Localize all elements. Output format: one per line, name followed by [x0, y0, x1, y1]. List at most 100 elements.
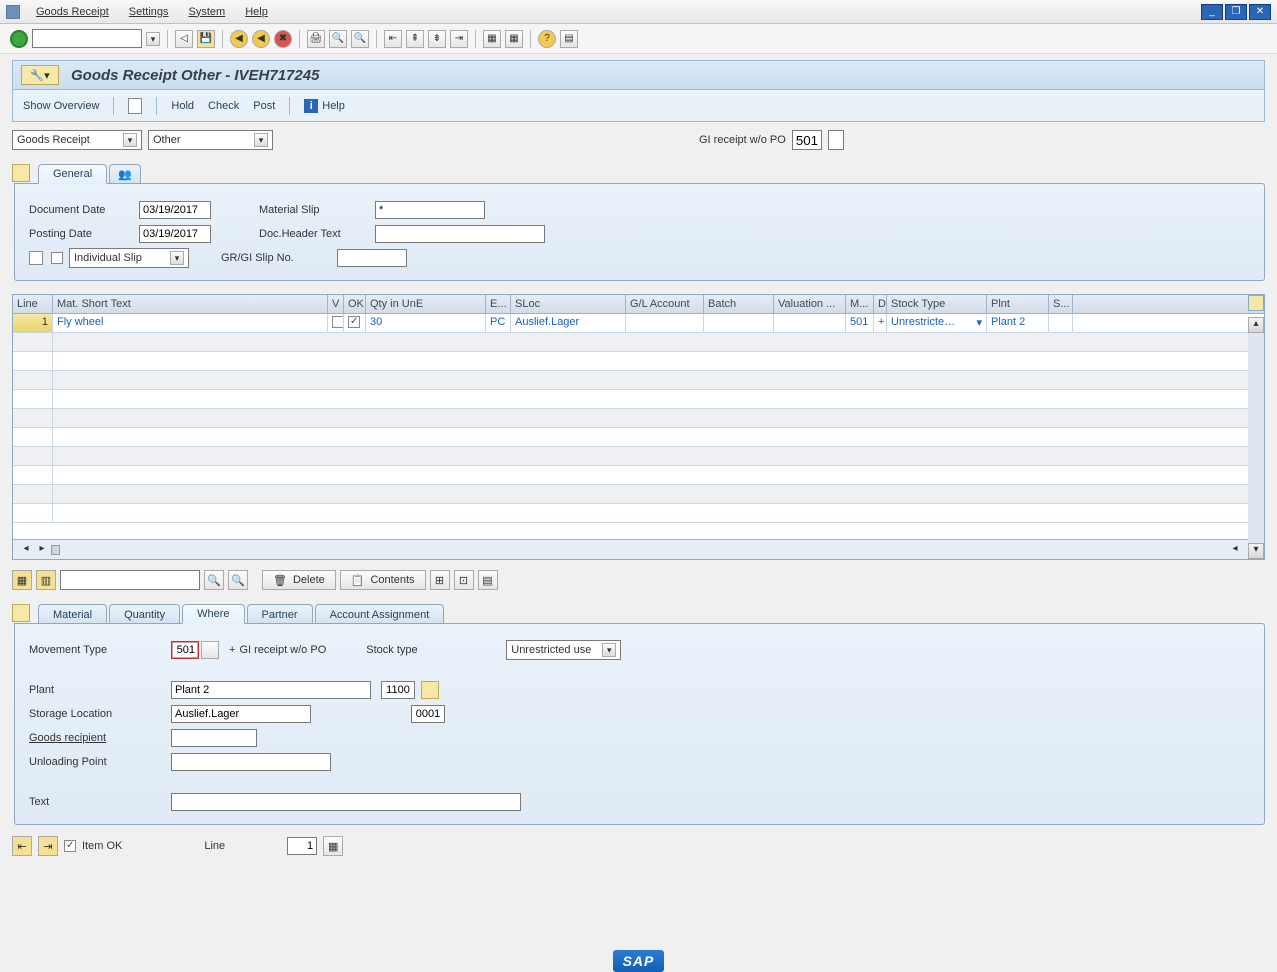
tab-where[interactable]: Where: [182, 604, 244, 624]
col-m[interactable]: M...: [846, 295, 874, 313]
material-slip-input[interactable]: [375, 201, 485, 219]
col-mat[interactable]: Mat. Short Text: [53, 295, 328, 313]
col-sloc[interactable]: SLoc: [511, 295, 626, 313]
help-icon[interactable]: ?: [538, 30, 556, 48]
command-history[interactable]: ▾: [146, 32, 160, 46]
cell-ok-checkbox[interactable]: [348, 316, 360, 328]
collapse-detail-icon[interactable]: [12, 604, 30, 622]
tab-material[interactable]: Material: [38, 604, 107, 624]
movement-type-extra[interactable]: [828, 130, 844, 150]
tab-vendor-icon[interactable]: 👥: [109, 164, 141, 184]
cell-stock[interactable]: Unrestricte… ▾: [887, 314, 987, 332]
select-all-icon[interactable]: ▦: [12, 570, 32, 590]
cell-qty[interactable]: 30: [366, 314, 486, 332]
cell-plnt[interactable]: Plant 2: [987, 314, 1049, 332]
last-page-icon[interactable]: ⇥: [450, 30, 468, 48]
stock-type-dropdown[interactable]: Unrestricted use▾: [506, 640, 621, 660]
col-eun[interactable]: E...: [486, 295, 511, 313]
grid-configure-icon[interactable]: [1248, 295, 1264, 311]
find-next-icon[interactable]: 🔍: [351, 30, 369, 48]
post-button[interactable]: Post: [253, 100, 275, 112]
deselect-all-icon[interactable]: ▥: [36, 570, 56, 590]
grid-vscroll[interactable]: ▴ ▾: [1248, 317, 1264, 559]
col-qty[interactable]: Qty in UnE: [366, 295, 486, 313]
prev-page-icon[interactable]: ⇞: [406, 30, 424, 48]
item-ok-checkbox[interactable]: [64, 840, 76, 852]
contents-button[interactable]: 📋Contents: [340, 570, 426, 590]
find-icon[interactable]: 🔍: [204, 570, 224, 590]
cell-eun[interactable]: PC: [486, 314, 511, 332]
post-date-input[interactable]: [139, 225, 211, 243]
col-v[interactable]: V: [328, 295, 344, 313]
unloading-point-input[interactable]: [171, 753, 331, 771]
cell-line[interactable]: 1: [13, 314, 53, 332]
storage-location-input[interactable]: [171, 705, 311, 723]
line-number-input[interactable]: [287, 837, 317, 855]
stop-icon[interactable]: ✖: [274, 30, 292, 48]
enter-icon[interactable]: [10, 30, 28, 48]
new-doc-icon[interactable]: [128, 98, 142, 114]
item-text-input[interactable]: [171, 793, 521, 811]
next-page-icon[interactable]: ⇟: [428, 30, 446, 48]
plant-input[interactable]: [171, 681, 371, 699]
line-go-icon[interactable]: ▦: [323, 836, 343, 856]
movement-type-code[interactable]: [792, 130, 822, 150]
print-icon[interactable]: 🖨: [307, 30, 325, 48]
storage-location-code-input[interactable]: [411, 705, 445, 723]
cell-batch[interactable]: [704, 314, 774, 332]
wm-icon[interactable]: ▤: [478, 570, 498, 590]
movement-type-input[interactable]: [171, 641, 199, 659]
detail-prev-icon[interactable]: ⇤: [12, 836, 32, 856]
col-stock[interactable]: Stock Type: [887, 295, 987, 313]
show-overview-button[interactable]: Show Overview: [23, 100, 99, 112]
goods-recipient-input[interactable]: [171, 729, 257, 747]
hscroll-left2-icon[interactable]: ◂: [1228, 543, 1242, 557]
tab-quantity[interactable]: Quantity: [109, 604, 180, 624]
save-icon[interactable]: 💾: [197, 30, 215, 48]
first-page-icon[interactable]: ⇤: [384, 30, 402, 48]
hscroll-right-icon[interactable]: ▸: [35, 543, 49, 557]
help-button[interactable]: Help: [322, 100, 345, 112]
scroll-down-icon[interactable]: ▾: [1248, 543, 1264, 559]
close-button[interactable]: ✕: [1249, 4, 1271, 20]
movement-type-f4-icon[interactable]: [201, 641, 219, 659]
batch-split-icon[interactable]: ⊞: [430, 570, 450, 590]
cell-sloc[interactable]: Auslief.Lager: [511, 314, 626, 332]
col-ok[interactable]: OK: [344, 295, 366, 313]
menu-settings[interactable]: Settings: [119, 6, 179, 18]
cell-s[interactable]: [1049, 314, 1073, 332]
plant-code-input[interactable]: [381, 681, 415, 699]
command-field[interactable]: [32, 29, 142, 48]
hscroll-thumb[interactable]: [51, 545, 60, 555]
shortcut-icon[interactable]: ▦: [505, 30, 523, 48]
minimize-button[interactable]: _: [1201, 4, 1223, 20]
check-button[interactable]: Check: [208, 100, 239, 112]
services-icon[interactable]: ⊡: [454, 570, 474, 590]
detail-next-icon[interactable]: ⇥: [38, 836, 58, 856]
cell-gl[interactable]: [626, 314, 704, 332]
cancel-icon[interactable]: ◀: [252, 30, 270, 48]
col-s[interactable]: S...: [1049, 295, 1073, 313]
tab-account-assignment[interactable]: Account Assignment: [315, 604, 445, 624]
slip-type-dropdown[interactable]: Individual Slip▾: [69, 248, 189, 268]
cell-v-checkbox[interactable]: [332, 316, 344, 328]
col-batch[interactable]: Batch: [704, 295, 774, 313]
ref-doc-dropdown[interactable]: Other▾: [148, 130, 273, 150]
restore-button[interactable]: ❐: [1225, 4, 1247, 20]
menu-goods-receipt[interactable]: Goods Receipt: [26, 6, 119, 18]
print-slip-icon[interactable]: [29, 251, 43, 265]
scroll-up-icon[interactable]: ▴: [1248, 317, 1264, 333]
find-icon[interactable]: 🔍: [329, 30, 347, 48]
back-icon[interactable]: ◁: [175, 30, 193, 48]
tab-partner[interactable]: Partner: [247, 604, 313, 624]
activity-dropdown[interactable]: Goods Receipt▾: [12, 130, 142, 150]
collapse-header-icon[interactable]: [12, 164, 30, 182]
print-slip-checkbox[interactable]: [51, 252, 63, 264]
hscroll-left-icon[interactable]: ◂: [19, 543, 33, 557]
doc-header-text-input[interactable]: [375, 225, 545, 243]
col-d[interactable]: D: [874, 295, 887, 313]
cell-d[interactable]: +: [874, 314, 887, 332]
find-item-input[interactable]: [60, 570, 200, 590]
find-plant-icon[interactable]: [421, 681, 439, 699]
col-plnt[interactable]: Plnt: [987, 295, 1049, 313]
